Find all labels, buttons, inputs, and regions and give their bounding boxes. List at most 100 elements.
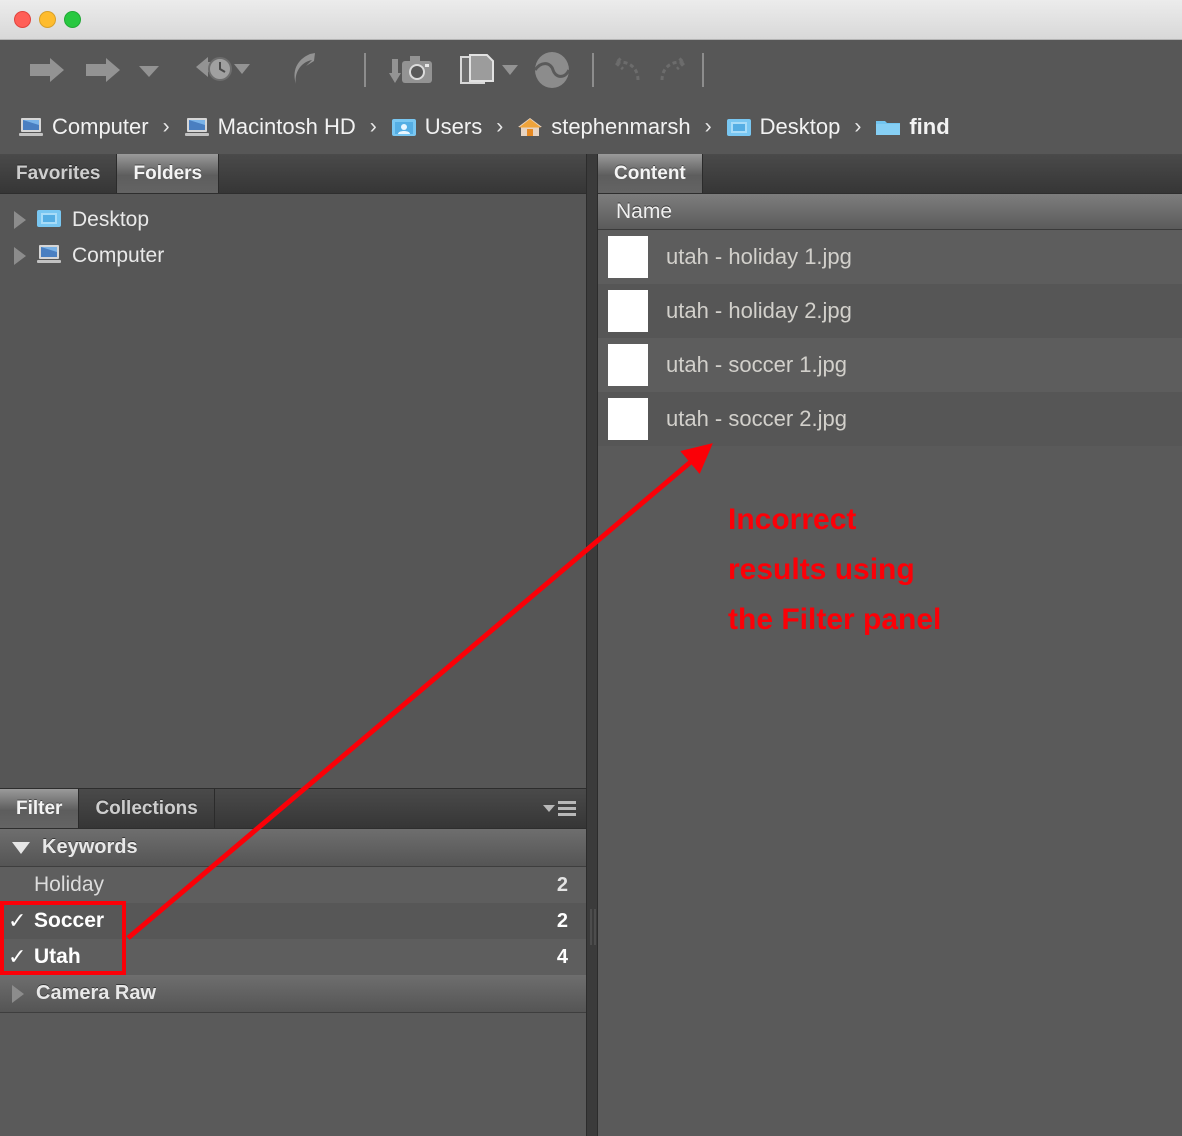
- tab-filter[interactable]: Filter: [0, 789, 80, 828]
- tabbar-filler: [702, 154, 1182, 193]
- filter-item-label: Utah: [34, 945, 81, 968]
- back-arrow-icon[interactable]: [28, 40, 68, 100]
- filter-item-count: 2: [556, 873, 568, 896]
- breadcrumb-item-users[interactable]: Users: [391, 114, 482, 140]
- panel-menu-icon[interactable]: [543, 801, 576, 816]
- chevron-right-icon[interactable]: [14, 211, 26, 229]
- folders-panel-tabbar: Favorites Folders: [0, 154, 586, 194]
- splitter-grip[interactable]: [590, 909, 596, 945]
- filter-item-label: Soccer: [34, 909, 105, 932]
- computer-icon: [184, 116, 210, 138]
- zoom-button[interactable]: [64, 11, 81, 28]
- toolbar-separator: [592, 53, 594, 87]
- filter-item-holiday[interactable]: Holiday 2: [0, 867, 586, 903]
- breadcrumb-label: stephenmarsh: [551, 114, 691, 139]
- list-item[interactable]: utah - soccer 1.jpg: [598, 338, 1182, 392]
- tab-folders[interactable]: Folders: [117, 154, 220, 193]
- filter-item-label: Holiday: [34, 873, 105, 896]
- list-item[interactable]: utah - holiday 1.jpg: [598, 230, 1182, 284]
- checkmark-icon[interactable]: ✓: [8, 946, 34, 968]
- toolbar-separator: [364, 53, 366, 87]
- tree-item-label: Computer: [72, 244, 165, 267]
- desktop-folder-icon: [726, 116, 752, 138]
- breadcrumb-separator: ›: [854, 115, 862, 138]
- adobe-bridge-window: Computer › Macintosh HD › Users › stephe…: [0, 0, 1182, 1136]
- breadcrumb-label: Users: [424, 114, 483, 139]
- file-name: utah - holiday 1.jpg: [666, 244, 852, 269]
- title-bar: [0, 0, 1182, 40]
- breadcrumb-item-find[interactable]: find: [875, 114, 950, 140]
- filter-item-count: 4: [556, 945, 568, 968]
- tab-content[interactable]: Content: [598, 154, 703, 193]
- toolbar: [0, 40, 1182, 100]
- filter-item-count: 2: [556, 909, 568, 932]
- filter-section-camera-raw[interactable]: Camera Raw: [0, 975, 586, 1013]
- chevron-down-icon[interactable]: [134, 40, 164, 100]
- content-panel: Content Name utah - holiday 1.jpg utah -…: [598, 154, 1182, 1136]
- home-icon: [517, 116, 543, 138]
- redo-icon[interactable]: [656, 40, 692, 100]
- window-controls: [14, 11, 81, 28]
- close-button[interactable]: [14, 11, 31, 28]
- column-header-name: Name: [616, 199, 673, 223]
- blank-thumbnail: [608, 236, 648, 278]
- breadcrumb-separator: ›: [496, 115, 504, 138]
- content-column-header[interactable]: Name: [598, 194, 1182, 230]
- tree-item-computer[interactable]: Computer: [0, 238, 586, 274]
- folders-tree: Desktop Computer: [0, 194, 586, 788]
- tabbar-filler: [219, 154, 586, 193]
- tab-collections[interactable]: Collections: [79, 789, 215, 828]
- breadcrumb-separator: ›: [162, 115, 170, 138]
- tree-item-desktop[interactable]: Desktop: [0, 202, 586, 238]
- breadcrumb-item-computer[interactable]: Computer: [18, 114, 149, 140]
- refine-icon[interactable]: [458, 40, 520, 100]
- list-item[interactable]: utah - holiday 2.jpg: [598, 284, 1182, 338]
- refresh-icon[interactable]: [288, 40, 322, 100]
- chevron-right-icon[interactable]: [12, 984, 24, 1003]
- chevron-right-icon[interactable]: [14, 247, 26, 265]
- annotation-text: Incorrect results using the Filter panel: [728, 503, 942, 636]
- tree-item-label: Desktop: [72, 208, 150, 231]
- content-panel-tabbar: Content: [598, 154, 1182, 194]
- folder-icon: [875, 116, 901, 138]
- file-name: utah - soccer 2.jpg: [666, 406, 847, 431]
- tab-favorites[interactable]: Favorites: [0, 154, 118, 193]
- chevron-down-icon[interactable]: [12, 841, 30, 854]
- breadcrumb-item-macintosh-hd[interactable]: Macintosh HD: [184, 114, 356, 140]
- filter-panel: Filter Collections Keywords Holiday 2 ✓ …: [0, 788, 586, 1136]
- computer-icon: [36, 243, 62, 270]
- breadcrumb-item-desktop[interactable]: Desktop: [726, 114, 841, 140]
- tabbar-filler: [214, 789, 586, 828]
- filter-item-utah[interactable]: ✓ Utah 4: [0, 939, 586, 975]
- chevron-down-icon: [543, 805, 555, 812]
- recent-folders-icon[interactable]: [194, 40, 254, 100]
- blank-thumbnail: [608, 398, 648, 440]
- users-folder-icon: [391, 116, 417, 138]
- forward-arrow-icon[interactable]: [82, 40, 122, 100]
- filter-section-title: Keywords: [42, 836, 138, 858]
- toolbar-separator: [702, 53, 704, 87]
- left-panel-column: Favorites Folders Desktop Computer Filte…: [0, 154, 586, 1136]
- panel-splitter[interactable]: [586, 154, 598, 1136]
- file-name: utah - soccer 1.jpg: [666, 352, 847, 377]
- blank-thumbnail: [608, 344, 648, 386]
- breadcrumb-separator: ›: [704, 115, 712, 138]
- breadcrumb-separator: ›: [369, 115, 377, 138]
- filter-panel-empty-area: [0, 1013, 586, 1136]
- camera-raw-icon[interactable]: [532, 40, 572, 100]
- breadcrumb-label: Computer: [52, 114, 149, 139]
- filter-section-keywords[interactable]: Keywords: [0, 829, 586, 867]
- list-item[interactable]: utah - soccer 2.jpg: [598, 392, 1182, 446]
- filter-section-title: Camera Raw: [36, 982, 157, 1004]
- breadcrumb: Computer › Macintosh HD › Users › stephe…: [0, 100, 1182, 154]
- minimize-button[interactable]: [39, 11, 56, 28]
- get-photos-camera-icon[interactable]: [388, 40, 434, 100]
- breadcrumb-item-stephenmarsh[interactable]: stephenmarsh: [517, 114, 691, 140]
- blank-thumbnail: [608, 290, 648, 332]
- breadcrumb-label: find: [909, 114, 950, 139]
- filter-item-soccer[interactable]: ✓ Soccer 2: [0, 903, 586, 939]
- breadcrumb-label: Desktop: [759, 114, 841, 139]
- file-name: utah - holiday 2.jpg: [666, 298, 852, 323]
- checkmark-icon[interactable]: ✓: [8, 910, 34, 932]
- undo-icon[interactable]: [608, 40, 644, 100]
